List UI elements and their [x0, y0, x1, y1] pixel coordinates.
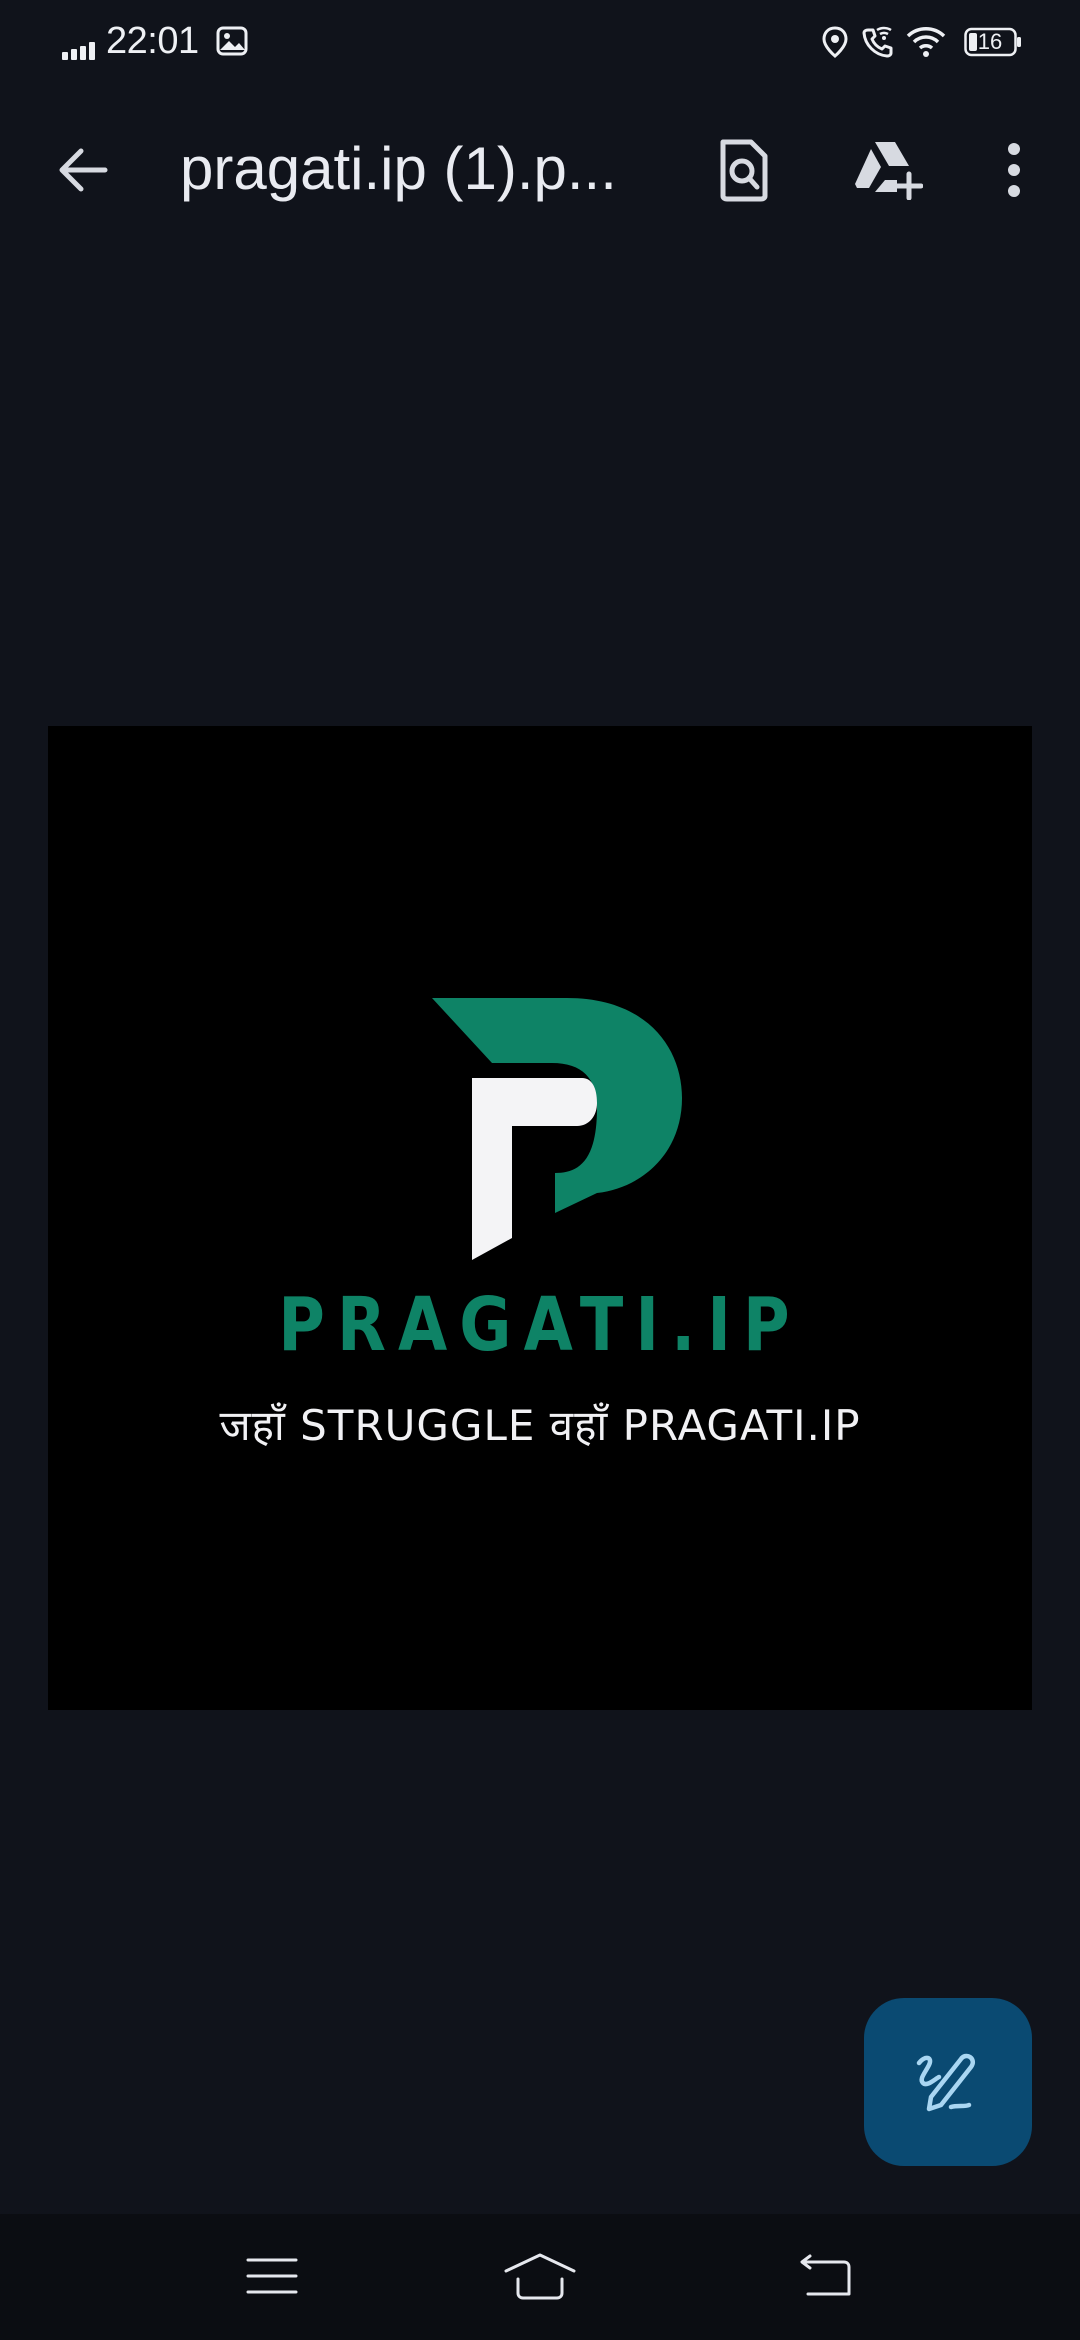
navigation-bar: [0, 2214, 1080, 2340]
location-icon: [822, 26, 848, 58]
brand-name: PRAGATI.IP: [278, 1282, 802, 1368]
status-bar: 22:01 16: [0, 0, 1080, 86]
battery-level: 16: [977, 29, 1003, 54]
status-time: 22:01: [106, 20, 199, 62]
home-button[interactable]: [490, 2236, 590, 2316]
pragati-logo: [432, 998, 682, 1260]
wifi-icon: [906, 27, 946, 57]
recent-apps-button[interactable]: [222, 2236, 322, 2316]
signal-icon: [62, 42, 95, 60]
home-icon: [504, 2253, 576, 2300]
document-title: pragati.ip (1).p...: [180, 135, 617, 202]
annotate-button[interactable]: [864, 1998, 1032, 2166]
add-to-drive-icon: [855, 142, 923, 200]
tagline: जहाँ STRUGGLE वहाँ PRAGATI.IP: [219, 1401, 861, 1450]
screen: 22:01 16 pragati.ip (1).p... PRAGATI.IP …: [0, 0, 1080, 2340]
add-to-drive-button[interactable]: [846, 128, 930, 212]
annotate-pen-icon: [916, 2053, 976, 2112]
menu-icon: [246, 2258, 298, 2294]
battery-icon: 16: [964, 26, 1022, 58]
arrow-back-icon: [59, 148, 108, 192]
find-in-page-button[interactable]: [702, 128, 786, 212]
find-in-page-icon: [720, 139, 768, 202]
app-bar: pragati.ip (1).p...: [0, 100, 1080, 240]
back-icon: [800, 2254, 851, 2296]
document-page[interactable]: PRAGATI.IP जहाँ STRUGGLE वहाँ PRAGATI.IP: [48, 726, 1032, 1710]
system-back-button[interactable]: [774, 2236, 874, 2316]
more-vert-icon: [1008, 143, 1020, 197]
wifi-call-icon: [862, 26, 893, 58]
gallery-icon: [216, 26, 248, 56]
back-button[interactable]: [40, 130, 126, 210]
more-options-button[interactable]: [972, 128, 1056, 212]
